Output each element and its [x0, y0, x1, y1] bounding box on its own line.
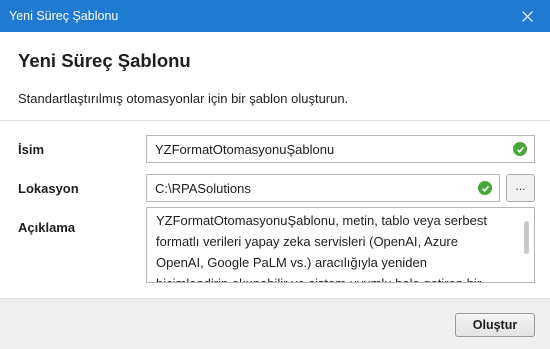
create-button[interactable]: Oluştur [455, 313, 535, 337]
description-scrollbar[interactable] [524, 221, 529, 254]
divider [0, 120, 550, 121]
check-circle-icon [478, 181, 492, 195]
description-label: Açıklama [18, 220, 76, 235]
name-field[interactable]: YZFormatOtomasyonuŞablonu [146, 135, 535, 163]
name-label: İsim [18, 142, 45, 157]
description-text: YZFormatOtomasyonuŞablonu, metin, tablo … [156, 210, 514, 282]
page-subtitle: Standartlaştırılmış otomasyonlar için bi… [18, 91, 349, 106]
location-label: Lokasyon [18, 181, 79, 196]
description-line: OpenAI, Google PaLM vs.) aracılığıyla ye… [156, 255, 427, 270]
location-value: C:\RPASolutions [155, 180, 251, 196]
close-button[interactable] [504, 0, 550, 32]
close-icon [521, 10, 533, 22]
page-title: Yeni Süreç Şablonu [18, 50, 191, 71]
browse-button[interactable]: ... [506, 174, 535, 202]
description-line: biçimlendirip okunabilir ve sistem uyuml… [156, 273, 514, 282]
location-field[interactable]: C:\RPASolutions [146, 174, 500, 202]
dialog-footer: Oluştur [0, 298, 550, 349]
window-title: Yeni Süreç Şablonu [9, 9, 119, 23]
title-bar: Yeni Süreç Şablonu [0, 0, 550, 32]
description-line: YZFormatOtomasyonuŞablonu, metin, tablo … [156, 213, 487, 228]
name-value: YZFormatOtomasyonuŞablonu [155, 141, 335, 157]
description-textarea[interactable]: YZFormatOtomasyonuŞablonu, metin, tablo … [146, 207, 535, 283]
description-line: formatlı verileri yapay zeka servisleri … [156, 234, 458, 249]
check-circle-icon [513, 142, 527, 156]
dialog-content: Yeni Süreç Şablonu Standartlaştırılmış o… [0, 32, 550, 298]
